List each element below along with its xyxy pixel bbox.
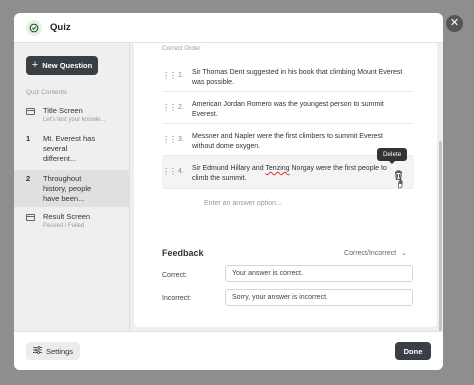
answer-row[interactable]: ⋮⋮ 2. American Jordan Romero was the you… <box>162 92 414 124</box>
misspelled-word: Tenzing <box>265 165 290 172</box>
question-number: 2 <box>26 174 31 183</box>
modal-title: Quiz <box>50 22 71 33</box>
done-button[interactable]: Done <box>395 342 431 360</box>
correct-feedback-field[interactable]: Your answer is correct. <box>225 265 413 282</box>
settings-label: Settings <box>45 346 74 356</box>
screen-icon <box>26 212 37 234</box>
answer-number: 1. <box>178 72 184 79</box>
settings-button[interactable]: Settings <box>26 342 80 360</box>
sidebar-item-subtitle: Let's test your knowle... <box>43 117 106 123</box>
question-card: Correct Order ⋮⋮ 1. Sir Thomas Dent sugg… <box>134 43 437 327</box>
scrollbar[interactable] <box>439 141 442 334</box>
answer-number: 3. <box>178 136 184 143</box>
drag-handle-icon[interactable]: ⋮⋮ <box>162 92 178 123</box>
answer-row[interactable]: ⋮⋮ 1. Sir Thomas Dent suggested in his b… <box>162 60 414 92</box>
sliders-icon <box>32 346 42 356</box>
mouse-pointer-icon <box>396 178 405 192</box>
answer-text-part: Sir Edmund Hillary and <box>192 165 266 172</box>
sidebar-item-question-1[interactable]: 1 Mt. Everest has several different... <box>14 134 130 170</box>
feedback-title: Feedback <box>162 248 204 258</box>
incorrect-feedback-label: Incorrect: <box>162 295 192 302</box>
sidebar-item-label: Mt. Everest has several different... <box>43 134 96 163</box>
quiz-logo-icon <box>26 19 42 36</box>
answer-row[interactable]: ⋮⋮ 4. Sir Edmund Hillary and Tenzing Nor… <box>162 156 414 189</box>
delete-tooltip: Delete <box>377 148 408 164</box>
sidebar-item-title-screen[interactable]: Title Screen Let's test your knowle... <box>14 106 130 128</box>
quiz-contents-label: Quiz Contents <box>26 89 68 96</box>
drag-handle-icon[interactable]: ⋮⋮ <box>162 60 178 91</box>
drag-handle-icon[interactable]: ⋮⋮ <box>162 156 178 188</box>
new-question-label: New Question <box>42 61 93 70</box>
answer-number: 4. <box>178 168 184 175</box>
answer-text[interactable]: American Jordan Romero was the youngest … <box>192 92 414 123</box>
sidebar-item-label: Result Screen <box>43 212 91 221</box>
screen-icon <box>26 106 37 128</box>
new-question-button[interactable]: + New Question <box>26 56 98 75</box>
modal-footer: Settings Done <box>14 331 443 370</box>
answer-text[interactable]: Sir Thomas Dent suggested in his book th… <box>192 60 414 91</box>
quiz-editor-modal: Quiz + New Question Quiz Contents Title … <box>14 13 443 370</box>
correct-order-label: Correct Order <box>162 45 201 52</box>
sidebar-item-label: Title Screen <box>43 106 83 115</box>
sidebar-item-subtitle: Passed / Failed <box>43 223 85 229</box>
correct-feedback-label: Correct: <box>162 272 187 279</box>
sidebar-item-question-2[interactable]: 2 Throughout history, people have been..… <box>14 170 130 207</box>
answer-number: 2. <box>178 104 184 111</box>
feedback-mode-dropdown[interactable]: Correct/Incorrect ⌄ <box>344 249 407 257</box>
drag-handle-icon[interactable]: ⋮⋮ <box>162 124 178 155</box>
question-number: 1 <box>26 134 31 143</box>
plus-icon: + <box>31 59 39 71</box>
incorrect-feedback-field[interactable]: Sorry, your answer is incorrect. <box>225 289 413 306</box>
sidebar-item-label: Throughout history, people have been... <box>43 174 92 203</box>
feedback-mode-value: Correct/Incorrect <box>344 250 397 257</box>
question-editor: Correct Order ⋮⋮ 1. Sir Thomas Dent sugg… <box>130 43 443 334</box>
sidebar: + New Question Quiz Contents Title Scree… <box>14 43 130 331</box>
close-dialog-button[interactable]: ✕ <box>446 15 463 32</box>
new-answer-input[interactable]: Enter an answer option... <box>204 200 282 207</box>
modal-header: Quiz <box>14 13 443 43</box>
chevron-down-icon: ⌄ <box>401 250 407 257</box>
sidebar-item-result-screen[interactable]: Result Screen Passed / Failed <box>14 212 130 234</box>
